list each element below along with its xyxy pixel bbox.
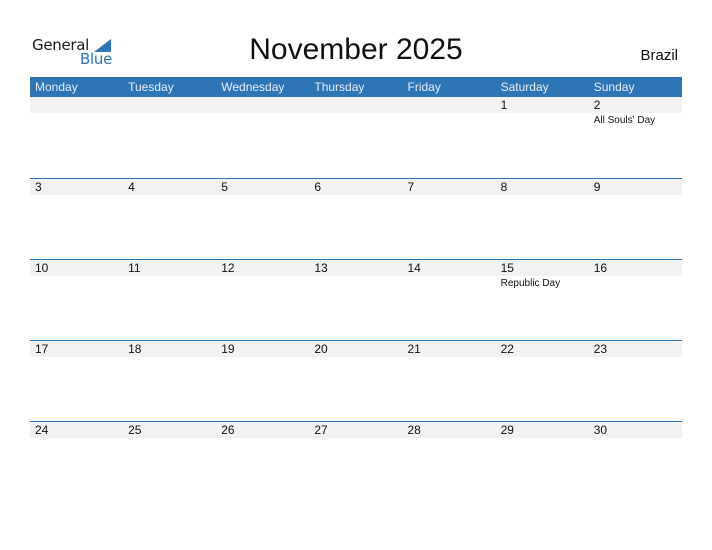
day-cell: 20 [309,341,402,421]
weeks-container: 1 2 All Souls' Day 3 4 5 6 7 8 9 10 11 12 13 14 15 Repub… [30,97,682,502]
weekday-friday: Friday [407,80,441,94]
week-row: 1 2 All Souls' Day [30,97,682,178]
day-number: 20 [314,342,328,356]
weekday-tuesday: Tuesday [128,80,174,94]
day-number: 16 [593,261,608,275]
day-number: 2 [593,98,601,112]
week-cells: 17 18 19 20 21 22 23 [30,341,682,421]
day-cell: 13 [309,260,402,340]
day-number: 29 [500,423,514,437]
day-number: 1 [500,98,508,112]
day-number: 21 [407,342,421,356]
day-number: 25 [128,423,142,437]
calendar-title: November 2025 [249,33,463,66]
day-number: 3 [35,180,42,194]
week-row: 10 11 12 13 14 15 Republic Day 16 [30,259,682,340]
day-number [314,97,402,113]
day-cell: 15 Republic Day [496,260,589,340]
day-cell: 28 [403,422,496,502]
day-cell [403,97,496,177]
day-cell: 12 [216,260,309,340]
holiday-label: All Souls' Day [593,115,656,126]
day-cell: 1 [496,97,589,177]
day-cell [123,97,216,177]
day-cell: 6 [309,179,402,259]
day-cell: 2 All Souls' Day [589,97,682,177]
weekday-saturday: Saturday [500,80,549,94]
day-number [408,97,496,113]
day-cell: 14 [403,260,496,340]
weekday-sunday: Sunday [593,80,635,94]
week-cells: 3 4 5 6 7 8 9 [30,179,682,259]
day-number: 27 [314,423,328,437]
day-number: 13 [314,261,328,275]
week-row: 24 25 26 27 28 29 30 [30,421,682,502]
holiday-label: Republic Day [500,278,561,289]
day-cell: 22 [496,341,589,421]
day-cell: 9 [589,179,682,259]
day-number: 11 [128,261,141,275]
day-cell: 4 [123,179,216,259]
day-cell: 26 [216,422,309,502]
day-number: 6 [314,180,322,194]
day-number: 10 [35,261,49,275]
day-cell: 11 [123,260,216,340]
week-row: 17 18 19 20 21 22 23 [30,340,682,421]
day-cell: 17 [30,341,123,421]
day-cell [309,97,402,177]
day-number: 28 [407,423,421,437]
day-number [35,97,123,113]
day-cell: 16 [589,260,682,340]
day-cell: 30 [589,422,682,502]
day-number: 23 [593,342,608,356]
day-number: 15 [500,261,514,275]
day-cell: 27 [309,422,402,502]
day-number: 14 [407,261,421,275]
day-cell: 18 [123,341,216,421]
day-cell: 5 [216,179,309,259]
day-number: 4 [128,180,135,194]
day-number: 30 [593,423,608,437]
day-number: 26 [221,423,235,437]
day-cell: 29 [496,422,589,502]
weekday-monday: Monday [35,80,78,94]
weekday-header: Monday Tuesday Wednesday Thursday Friday… [30,77,682,97]
calendar-grid: Monday Tuesday Wednesday Thursday Friday… [30,77,682,502]
day-cell: 21 [403,341,496,421]
day-number: 8 [500,180,508,194]
day-number: 19 [221,342,235,356]
day-cell: 19 [216,341,309,421]
day-cell: 25 [123,422,216,502]
day-number [221,97,309,113]
day-number: 22 [500,342,514,356]
day-number: 9 [593,180,601,194]
day-number: 12 [221,261,235,275]
day-number: 7 [407,180,415,194]
day-number: 5 [221,180,228,194]
day-cell: 24 [30,422,123,502]
day-cell: 3 [30,179,123,259]
week-cells: 10 11 12 13 14 15 Republic Day 16 [30,260,682,340]
week-cells: 24 25 26 27 28 29 30 [30,422,682,502]
day-cell [216,97,309,177]
day-number [128,97,216,113]
day-cell: 8 [496,179,589,259]
day-cell: 23 [589,341,682,421]
day-number: 24 [35,423,49,437]
weekday-thursday: Thursday [314,80,365,94]
weekday-wednesday: Wednesday [221,80,285,94]
day-number: 17 [35,342,49,356]
day-cell: 10 [30,260,123,340]
day-number: 18 [128,342,142,356]
week-row: 3 4 5 6 7 8 9 [30,178,682,259]
week-cells: 1 2 All Souls' Day [30,97,682,177]
day-cell [30,97,123,177]
day-cell: 7 [403,179,496,259]
country-label: Brazil [640,47,678,64]
